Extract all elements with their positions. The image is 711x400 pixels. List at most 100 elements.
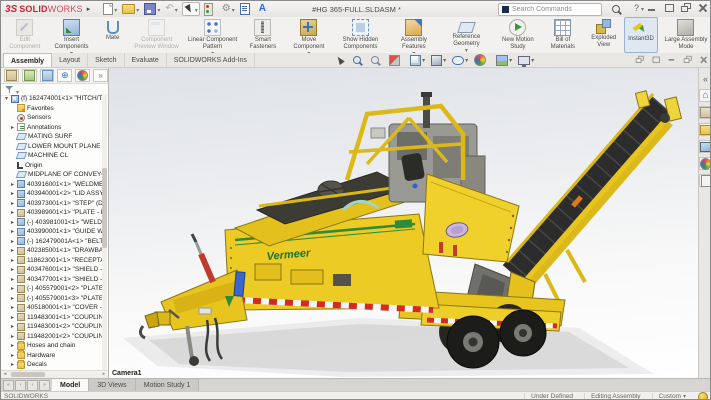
ribbon-button[interactable]: Instant3D xyxy=(624,17,658,53)
tree-expand-icon[interactable] xyxy=(9,323,16,330)
quick-access-button[interactable]: ⚙ xyxy=(221,3,236,15)
tree-item[interactable]: 403973001<1> "STEP" (Def xyxy=(1,199,102,209)
ribbon-button[interactable]: Assembly Features xyxy=(388,17,439,53)
tree-expand-icon[interactable] xyxy=(9,219,16,226)
quick-access-button[interactable]: A xyxy=(258,3,271,15)
tree-item[interactable]: 119483001<1> "COUPLING xyxy=(1,313,102,323)
view-tool-button[interactable] xyxy=(431,55,446,66)
ribbon-button[interactable]: Linear Component Pattern xyxy=(185,17,241,53)
tree-expand-icon[interactable] xyxy=(9,266,16,273)
doc-restore-button[interactable] xyxy=(684,56,690,62)
ribbon-tab[interactable]: Layout xyxy=(52,53,88,67)
tree-horizontal-scrollbar[interactable]: ◂▸ xyxy=(1,370,108,378)
ribbon-button[interactable]: Smart Fasteners xyxy=(241,17,286,53)
view-tool-button[interactable] xyxy=(452,56,468,65)
tree-expand-icon[interactable] xyxy=(9,333,16,340)
tab-scroll-button[interactable]: « xyxy=(3,380,14,391)
tree-expand-icon[interactable] xyxy=(3,95,10,102)
view-tool-button[interactable] xyxy=(337,56,347,64)
doc-close-button[interactable] xyxy=(700,56,706,62)
tree-item[interactable]: MATING SURF xyxy=(1,132,102,142)
view-tool-button[interactable] xyxy=(518,56,534,65)
quick-access-button[interactable] xyxy=(143,2,161,16)
tree-expand-icon[interactable] xyxy=(9,342,16,349)
view-tool-button[interactable] xyxy=(410,55,425,66)
search-icon[interactable] xyxy=(612,5,620,13)
ribbon-button[interactable]: Bill of Materials xyxy=(542,17,583,53)
tree-item[interactable]: 403989001<1> "PLATE - HO xyxy=(1,208,102,218)
tree-item[interactable]: 118623001<1> "RECEPTAC xyxy=(1,256,102,266)
tree-item[interactable]: MIDPLANE OF CONVEYOR xyxy=(1,170,102,180)
panel-tab[interactable] xyxy=(40,69,55,82)
view-tool-button[interactable] xyxy=(389,55,404,66)
panel-tab[interactable]: ⊕ xyxy=(57,69,72,82)
quick-access-button[interactable] xyxy=(182,2,200,16)
view-tool-button[interactable] xyxy=(496,55,512,66)
view-tool-button[interactable] xyxy=(353,56,365,64)
tree-item[interactable]: (-) 162479001A<1> "BELT P xyxy=(1,237,102,247)
maximize-button[interactable] xyxy=(664,3,674,13)
tree-expand-icon[interactable] xyxy=(9,238,16,245)
task-pane-tab[interactable] xyxy=(699,140,711,153)
doc-new-window-button[interactable] xyxy=(636,56,642,62)
panel-tab[interactable] xyxy=(22,69,37,82)
tree-expand-icon[interactable] xyxy=(9,124,16,131)
tree-expand-icon[interactable] xyxy=(9,200,16,207)
help-button[interactable]: ? xyxy=(634,3,639,13)
ribbon-tab[interactable]: Assembly xyxy=(3,53,52,67)
task-pane-tab[interactable] xyxy=(699,157,711,170)
tree-item[interactable]: Annotations xyxy=(1,123,102,133)
task-pane-tab[interactable] xyxy=(699,174,711,187)
tree-item[interactable]: Origin xyxy=(1,161,102,171)
tree-item[interactable]: Decals xyxy=(1,360,102,370)
ribbon-button[interactable]: Exploded View xyxy=(584,17,624,53)
ribbon-button[interactable]: Edit Component xyxy=(3,17,46,53)
tree-item[interactable]: Favorites xyxy=(1,104,102,114)
status-dropdown-caret-icon[interactable] xyxy=(683,393,686,400)
tree-expand-icon[interactable] xyxy=(9,228,16,235)
graphics-viewport[interactable]: Vermeer xyxy=(109,68,698,378)
ribbon-tab[interactable]: Sketch xyxy=(88,53,124,67)
tree-item[interactable]: 403940001<2> "LID ASSY, H xyxy=(1,189,102,199)
doc-tile-button[interactable] xyxy=(652,56,658,62)
tree-expand-icon[interactable] xyxy=(9,361,16,368)
tree-expand-icon[interactable] xyxy=(9,247,16,254)
tree-expand-icon[interactable] xyxy=(9,181,16,188)
panel-tab[interactable] xyxy=(75,69,90,82)
tree-item[interactable]: (-) 405579001<3> "PLATE - xyxy=(1,294,102,304)
quick-access-button[interactable] xyxy=(239,2,255,16)
ribbon-button[interactable]: Large Assembly Mode xyxy=(658,17,711,53)
tree-root-item[interactable]: (f) 162474001<1> "HITCH/TOO xyxy=(1,94,102,104)
tree-item[interactable]: 403476001<1> "SHIELD - A xyxy=(1,265,102,275)
ribbon-button[interactable]: Move Component xyxy=(285,17,332,53)
view-tool-button[interactable] xyxy=(371,56,383,64)
doc-minimize-button[interactable] xyxy=(668,56,674,62)
tree-item[interactable]: 403916001<1> "WELDMEN xyxy=(1,180,102,190)
ribbon-button[interactable]: Reference Geometry xyxy=(439,17,494,53)
panel-tab[interactable]: » xyxy=(93,69,108,82)
tree-expand-icon[interactable] xyxy=(9,190,16,197)
tree-expand-icon[interactable] xyxy=(9,295,16,302)
tree-item[interactable]: 405180001<1> "COVER - W xyxy=(1,303,102,313)
tree-expand-icon[interactable] xyxy=(9,209,16,216)
close-button[interactable] xyxy=(698,3,708,13)
tree-expand-icon[interactable] xyxy=(9,162,16,169)
tree-expand-icon[interactable] xyxy=(9,285,16,292)
task-pane-tab[interactable]: ⌂ xyxy=(699,89,711,102)
tree-expand-icon[interactable] xyxy=(9,114,16,121)
tree-expand-icon[interactable] xyxy=(9,304,16,311)
task-pane-tab[interactable] xyxy=(699,106,711,119)
tab-scroll-button[interactable]: » xyxy=(39,380,50,391)
ribbon-tab[interactable]: SOLIDWORKS Add-Ins xyxy=(167,53,255,67)
tree-expand-icon[interactable] xyxy=(9,276,16,283)
quick-access-button[interactable] xyxy=(203,2,218,17)
tree-item[interactable]: 403477001<1> "SHIELD - A xyxy=(1,275,102,285)
tree-item[interactable]: Sensors xyxy=(1,113,102,123)
quick-access-button[interactable] xyxy=(121,3,140,15)
ribbon-button[interactable]: Show Hidden Components xyxy=(332,17,388,53)
help-caret-icon[interactable] xyxy=(641,3,644,13)
tab-scroll-button[interactable]: ‹ xyxy=(15,380,26,391)
document-tab[interactable]: 3D Views xyxy=(89,379,135,391)
ribbon-button[interactable]: Component Preview Window xyxy=(129,17,185,53)
tree-item[interactable]: MACHINE CL xyxy=(1,151,102,161)
